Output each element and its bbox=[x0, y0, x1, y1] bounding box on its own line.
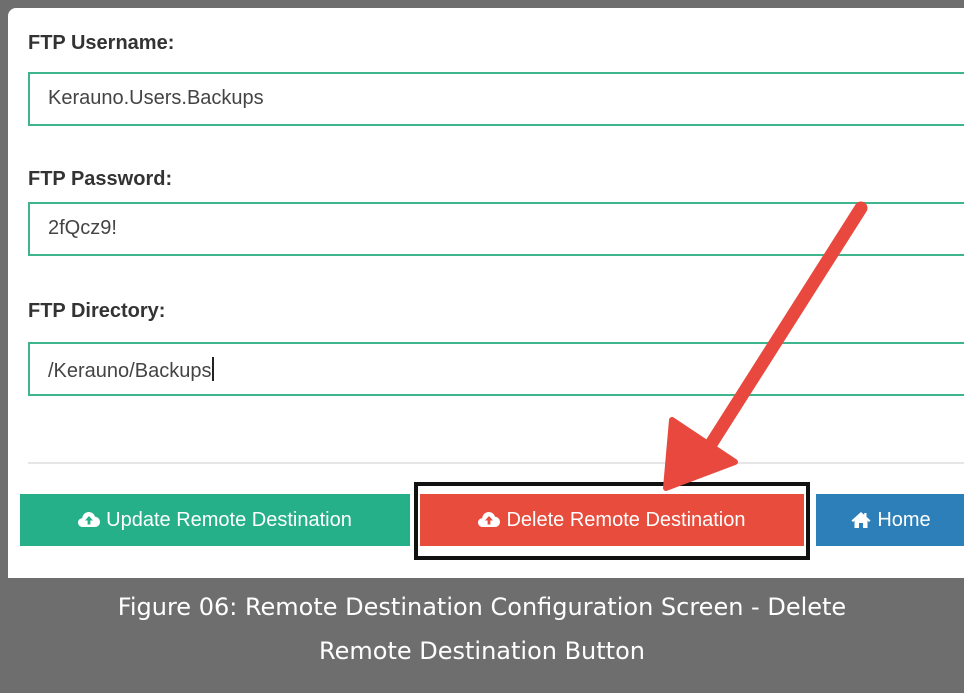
figure-frame: FTP Username: Kerauno.Users.Backups FTP … bbox=[0, 0, 964, 693]
caption-line-1: Figure 06: Remote Destination Configurat… bbox=[117, 593, 847, 621]
caption-line-2: Remote Destination Button bbox=[319, 637, 645, 665]
figure-caption: Figure 06: Remote Destination Configurat… bbox=[0, 585, 964, 673]
